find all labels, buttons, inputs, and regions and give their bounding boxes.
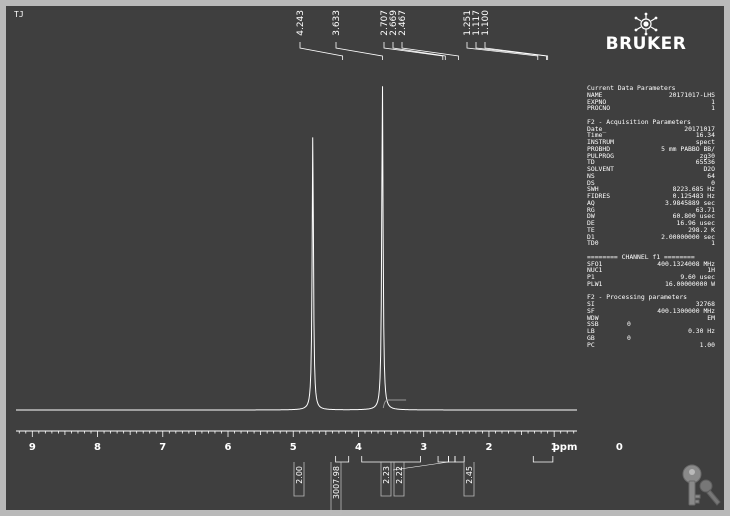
- param-key: F2 - Processing parameters: [587, 293, 688, 302]
- param-row: SOLVENT D2O: [587, 166, 715, 173]
- param-value: 20171017-LHS: [668, 90, 715, 99]
- peak-label: 2.467: [398, 10, 408, 36]
- x-tick-label: 2: [485, 442, 492, 453]
- param-row: WDW EM: [587, 313, 715, 322]
- param-row: PC 1.00: [587, 340, 715, 349]
- integral-bracket: [448, 456, 456, 463]
- spectrum-label: TJ: [14, 10, 24, 19]
- x-tick-label: 7: [159, 442, 166, 453]
- key-icon: [682, 464, 721, 506]
- param-value: 1: [711, 239, 715, 248]
- param-value: 16.00000000 W: [664, 279, 715, 288]
- param-row: NAME 20171017-LHS: [587, 90, 715, 99]
- param-key: PC: [587, 340, 595, 349]
- param-row: LB 0.30 Hz: [587, 328, 715, 335]
- x-tick-label: 8: [94, 442, 101, 453]
- param-key: PROCNO: [587, 104, 611, 113]
- param-value: 2.00000000 sec: [661, 232, 715, 241]
- param-row: PROCNO 1: [587, 105, 715, 112]
- param-value: 0: [627, 333, 631, 342]
- param-value: 0: [627, 320, 631, 329]
- integral-value: 3007.98: [332, 466, 341, 499]
- param-row: TD0 1: [587, 240, 715, 247]
- x-tick-label: 5: [290, 442, 297, 453]
- integral-bracket: [361, 456, 421, 463]
- x-axis-label: ppm: [553, 442, 578, 453]
- integral-bracket: [437, 456, 449, 463]
- integral-bracket: [532, 456, 554, 463]
- x-tick-label: 0: [616, 442, 623, 453]
- peak-label-leader: [392, 42, 446, 60]
- integral-bracket: [335, 456, 350, 463]
- param-row: SF 400.1300000 MHz: [587, 307, 715, 315]
- param-row: SFO1 400.1324008 MHz: [587, 260, 715, 268]
- x-tick-label: 6: [225, 442, 232, 453]
- param-row: PLW1 16.00000000 W: [587, 279, 715, 288]
- integral-value: 2.45: [465, 466, 474, 484]
- x-tick-label: 3: [420, 442, 427, 453]
- param-value: EM: [707, 313, 715, 322]
- param-row: GB 0: [587, 333, 715, 342]
- param-row: NS 64: [587, 172, 715, 180]
- param-key: PLW1: [587, 279, 603, 288]
- peak-label: 4.243: [296, 10, 306, 36]
- brand-name: BRUKER: [605, 34, 687, 54]
- spectrum-trace: [16, 86, 577, 411]
- x-tick-label: 9: [29, 442, 36, 453]
- integral-bracket: [454, 456, 465, 463]
- integral-value: 2.23: [382, 466, 391, 484]
- param-row: D1 2.00000000 sec: [587, 232, 715, 241]
- peak-label: 3.633: [332, 10, 342, 36]
- param-value: 1.00: [699, 340, 715, 349]
- integral-value: 2.00: [295, 466, 304, 484]
- integral-leader: [392, 461, 449, 471]
- bruker-logo-icon: [634, 12, 658, 36]
- x-tick-label: 4: [355, 442, 362, 453]
- param-value: 0.30 Hz: [688, 327, 715, 335]
- param-key: TD0: [587, 239, 599, 248]
- acquisition-parameters-panel: Current Data Parameters NAME 20171017-LHS E…: [587, 85, 715, 348]
- peak-label: 1.100: [481, 10, 491, 36]
- bruker-logo: BRUKER: [594, 12, 702, 58]
- param-value: 1: [711, 104, 715, 113]
